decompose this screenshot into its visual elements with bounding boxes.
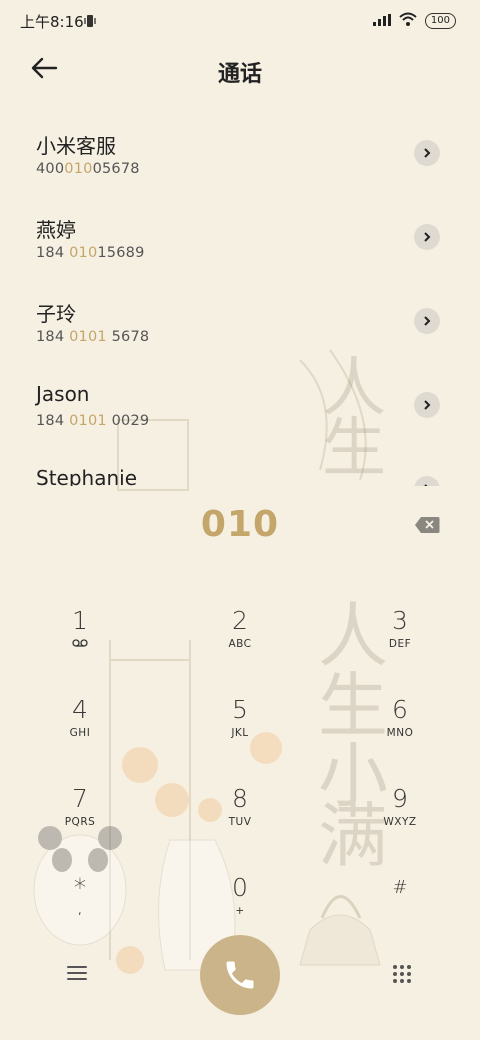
status-bar: 上午8:16 100 [0,0,480,40]
contact-name: Stephanie [36,466,138,486]
list-item[interactable]: 子玲 184 0101 5678 [0,286,480,370]
chevron-right-icon[interactable] [414,224,440,250]
wifi-icon [399,11,417,30]
keypad-grid-icon[interactable] [392,964,414,986]
list-item[interactable]: Stephanie [0,454,480,486]
chevron-right-icon[interactable] [414,308,440,334]
contact-number: 184 0101 5678 [36,329,150,345]
key-hash[interactable]: # [340,873,460,943]
contact-name: 燕婷 [36,218,76,242]
voicemail-icon [20,638,140,650]
contact-name: 小米客服 [36,134,116,158]
list-item[interactable]: Jason 184 0101 0029 [0,370,480,454]
key-6[interactable]: 6 MNO [340,695,460,765]
key-star[interactable]: *, [20,873,140,943]
key-9[interactable]: 9 WXYZ [340,784,460,854]
call-button[interactable] [200,935,280,1015]
key-7[interactable]: 7 PQRS [20,784,140,854]
key-5[interactable]: 5 JKL [180,695,300,765]
menu-icon[interactable] [66,964,90,986]
chevron-right-icon[interactable] [414,392,440,418]
key-4[interactable]: 4 GHI [20,695,140,765]
vibrate-icon [84,13,96,32]
signal-icon [372,11,391,30]
page-title: 通话 [217,62,262,87]
chevron-right-icon[interactable] [414,140,440,166]
key-1[interactable]: 1 [20,606,140,676]
contact-number: 184 0101 0029 [36,413,150,429]
key-8[interactable]: 8 TUV [180,784,300,854]
status-time: 上午8:16 [20,13,84,31]
contact-name: Jason [36,382,90,406]
list-item[interactable]: 燕婷 184 01015689 [0,202,480,286]
contact-number: 184 01015689 [36,245,145,261]
key-2[interactable]: 2 ABC [180,606,300,676]
key-0[interactable]: 0 + [180,873,300,943]
key-3[interactable]: 3 DEF [340,606,460,676]
contact-list: 小米客服 40001005678 燕婷 184 01015689 子玲 184 … [0,118,480,486]
contact-name: 子玲 [36,302,76,326]
battery-indicator: 100 [424,12,456,29]
backspace-icon[interactable] [414,516,440,534]
contact-number: 40001005678 [36,161,140,177]
dialed-number-display[interactable]: 010 [0,504,480,545]
list-item[interactable]: 小米客服 40001005678 [0,118,480,202]
chevron-right-icon[interactable] [414,476,440,486]
phone-icon [226,961,254,989]
